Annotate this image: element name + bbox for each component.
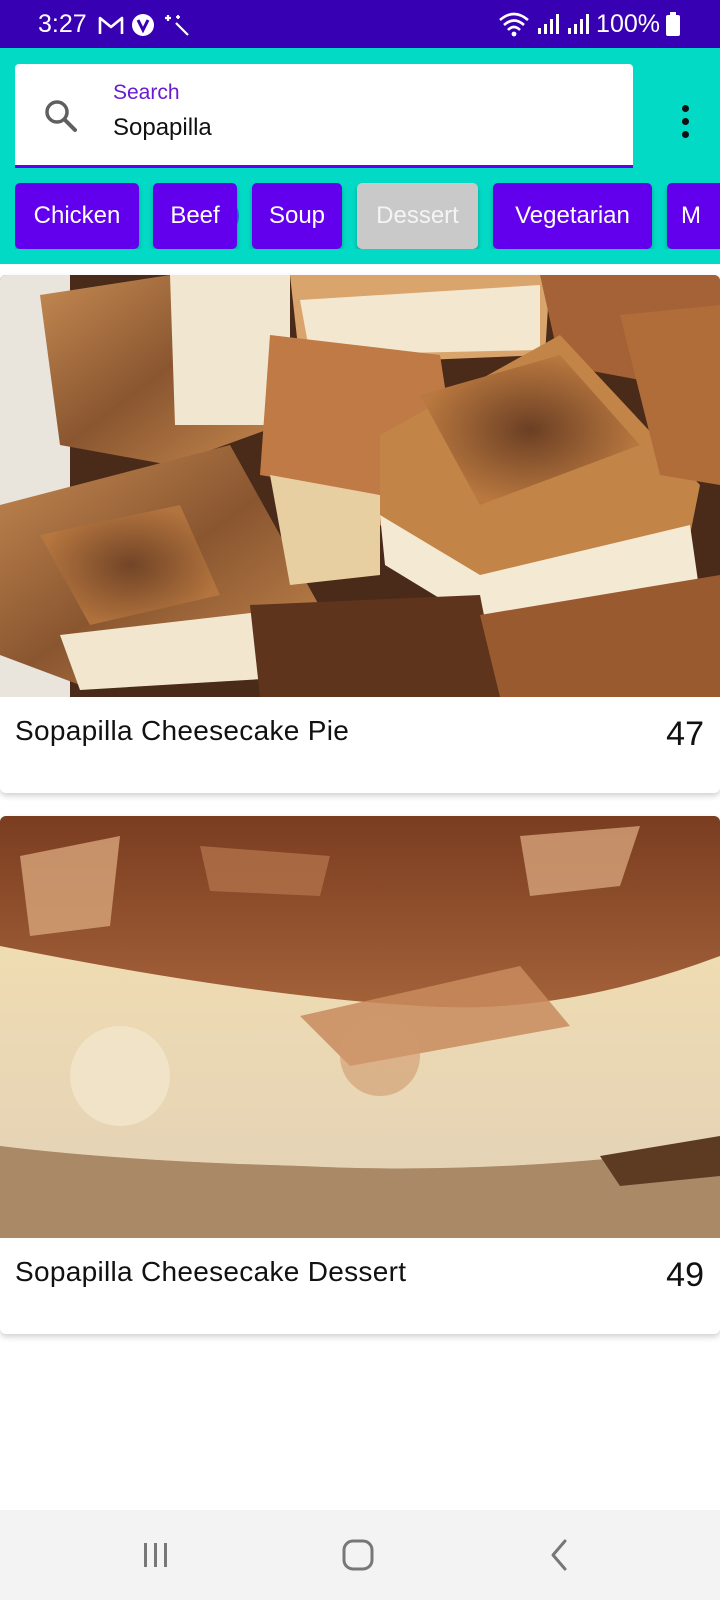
search-label: Search — [113, 81, 180, 104]
category-chips: Chicken Beef Soup Dessert Vegetarian M — [15, 183, 720, 249]
more-vert-icon[interactable] — [666, 98, 704, 144]
back-icon[interactable] — [530, 1530, 590, 1580]
battery-icon — [666, 12, 680, 36]
recipe-image — [0, 816, 720, 1238]
recipe-rating: 49 — [666, 1256, 704, 1294]
status-system-icons: 100% — [498, 9, 680, 39]
recipe-card[interactable]: Sopapilla Cheesecake Dessert 49 — [0, 816, 720, 1334]
chip-dessert: Dessert — [357, 183, 478, 249]
status-time: 3:27 — [38, 10, 87, 38]
system-nav-bar — [0, 1510, 720, 1600]
gmail-icon — [98, 16, 124, 34]
status-bar: 3:27 100% — [0, 0, 720, 48]
search-field[interactable]: Search — [15, 64, 633, 168]
chip-chicken[interactable]: Chicken — [15, 183, 139, 249]
battery-percentage: 100% — [596, 10, 660, 38]
vpn-icon — [132, 14, 154, 36]
search-input[interactable] — [113, 114, 593, 142]
chip-soup[interactable]: Soup — [252, 183, 342, 249]
home-icon[interactable] — [328, 1530, 388, 1580]
wifi-icon — [499, 12, 529, 37]
recipe-card[interactable]: Sopapilla Cheesecake Pie 47 — [0, 275, 720, 793]
recipe-title: Sopapilla Cheesecake Dessert — [15, 1256, 407, 1287]
signal-icon — [538, 14, 560, 34]
magic-wand-icon — [165, 15, 189, 36]
recipe-rating: 47 — [666, 715, 704, 753]
status-notification-icons — [98, 11, 190, 39]
recent-apps-icon[interactable] — [126, 1530, 186, 1580]
chip-beef[interactable]: Beef — [153, 183, 237, 249]
chip-vegetarian[interactable]: Vegetarian — [493, 183, 652, 249]
recipe-image — [0, 275, 720, 697]
top-app-bar: Search Chicken Beef Soup Dessert Vegetar… — [0, 48, 720, 264]
search-icon — [45, 100, 77, 132]
signal-icon — [568, 14, 590, 34]
recipe-title: Sopapilla Cheesecake Pie — [15, 715, 350, 746]
chip-more[interactable]: M — [667, 183, 720, 249]
